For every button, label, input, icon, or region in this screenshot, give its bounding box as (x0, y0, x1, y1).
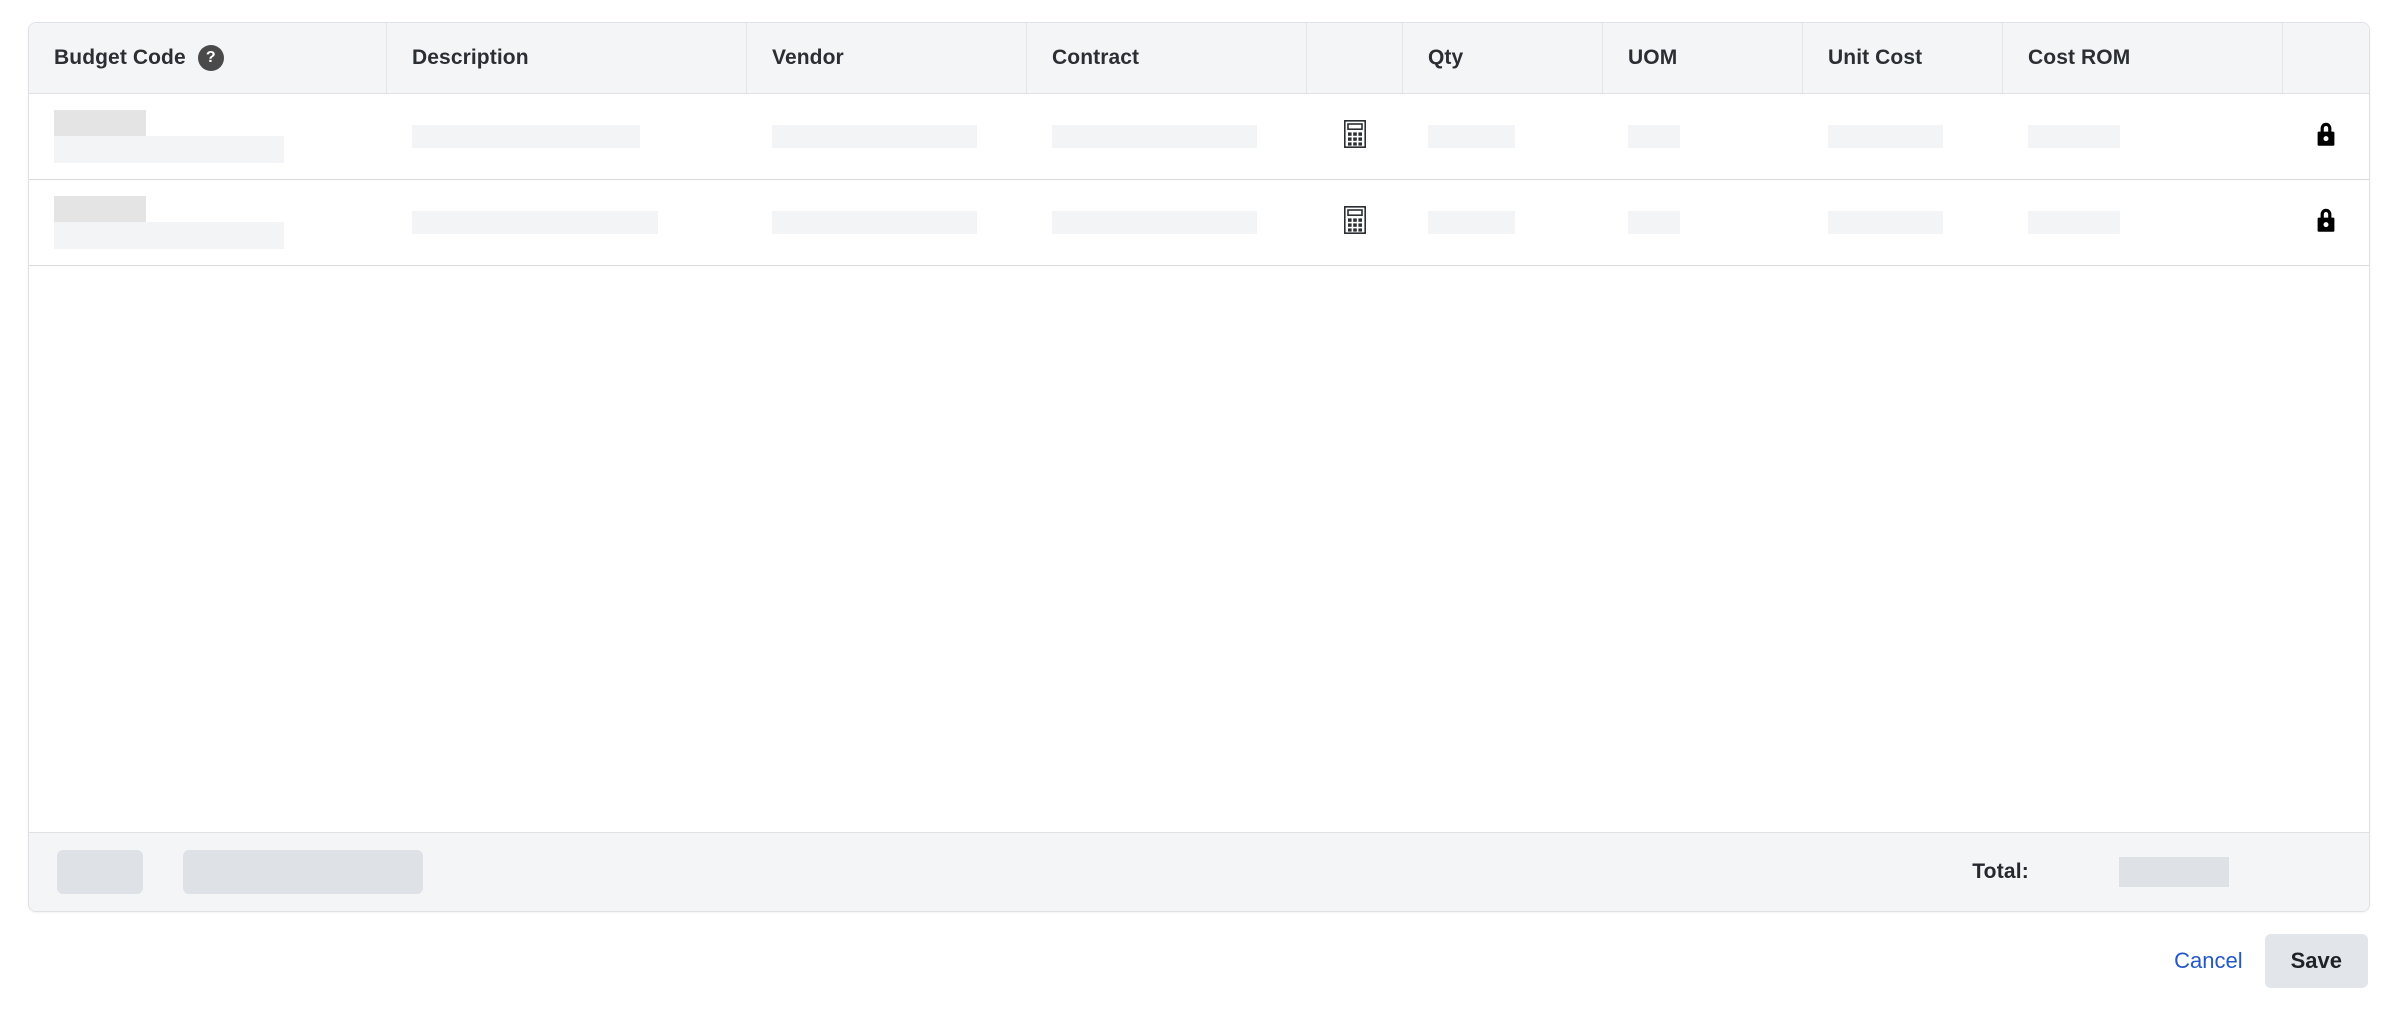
skeleton-bar (54, 196, 146, 222)
budget-code-skeleton (54, 196, 284, 249)
cell-uom[interactable] (1603, 94, 1803, 179)
save-button[interactable]: Save (2264, 934, 2368, 988)
skeleton-bar (1828, 211, 1943, 234)
column-header-qty-label: Qty (1428, 46, 1464, 69)
budget-code-skeleton (54, 110, 284, 163)
bulk-action-button-skeleton[interactable] (183, 850, 423, 894)
column-header-description-label: Description (412, 46, 529, 69)
column-header-budget-code-label: Budget Code (54, 46, 186, 69)
cell-lock[interactable] (2283, 180, 2369, 265)
cell-description[interactable] (387, 94, 747, 179)
lock-icon[interactable] (2314, 120, 2338, 153)
skeleton-bar (1628, 125, 1680, 148)
cell-budget-code[interactable] (29, 94, 387, 179)
table-body (29, 94, 2369, 832)
column-header-uom-label: UOM (1628, 46, 1678, 69)
cell-cost-rom[interactable] (2003, 180, 2283, 265)
column-header-lock (2283, 23, 2369, 93)
cell-uom[interactable] (1603, 180, 1803, 265)
cell-budget-code[interactable] (29, 180, 387, 265)
skeleton-bar (772, 125, 977, 148)
column-header-unit-cost[interactable]: Unit Cost (1803, 23, 2003, 93)
skeleton-bar (1052, 211, 1257, 234)
cell-cost-rom[interactable] (2003, 94, 2283, 179)
skeleton-bar (54, 136, 284, 163)
cell-vendor[interactable] (747, 94, 1027, 179)
total-value-skeleton (2119, 857, 2229, 887)
cell-lock[interactable] (2283, 94, 2369, 179)
column-header-description[interactable]: Description (387, 23, 747, 93)
column-header-unit-cost-label: Unit Cost (1828, 46, 1923, 69)
cell-contract[interactable] (1027, 94, 1307, 179)
skeleton-bar (412, 211, 658, 234)
column-header-vendor[interactable]: Vendor (747, 23, 1027, 93)
column-header-cost-rom[interactable]: Cost ROM (2003, 23, 2283, 93)
column-header-budget-code[interactable]: Budget Code ? (29, 23, 387, 93)
column-header-contract-label: Contract (1052, 46, 1140, 69)
line-items-table: Budget Code ? Description Vendor Contrac… (28, 22, 2370, 912)
column-header-vendor-label: Vendor (772, 46, 844, 69)
cell-contract[interactable] (1027, 180, 1307, 265)
lock-icon[interactable] (2314, 206, 2338, 239)
cell-unit-cost[interactable] (1803, 94, 2003, 179)
cell-calculator[interactable] (1307, 94, 1403, 179)
column-header-uom[interactable]: UOM (1603, 23, 1803, 93)
cell-description[interactable] (387, 180, 747, 265)
dialog-action-bar: Cancel Save (0, 920, 2400, 1002)
skeleton-bar (1428, 125, 1515, 148)
column-header-qty[interactable]: Qty (1403, 23, 1603, 93)
calculator-icon[interactable] (1343, 119, 1367, 153)
column-header-cost-rom-label: Cost ROM (2028, 46, 2131, 69)
skeleton-bar (1628, 211, 1680, 234)
table-footer: Total: (29, 832, 2369, 911)
skeleton-bar (1828, 125, 1943, 148)
table-header-row: Budget Code ? Description Vendor Contrac… (29, 23, 2369, 94)
column-header-calculator[interactable] (1307, 23, 1403, 93)
skeleton-bar (1428, 211, 1515, 234)
skeleton-bar (54, 110, 146, 136)
help-icon[interactable]: ? (197, 45, 224, 71)
budget-line-items-editor: Budget Code ? Description Vendor Contrac… (0, 0, 2400, 1010)
cell-unit-cost[interactable] (1803, 180, 2003, 265)
skeleton-bar (772, 211, 977, 234)
add-line-button-skeleton[interactable] (57, 850, 143, 894)
cell-qty[interactable] (1403, 94, 1603, 179)
cell-calculator[interactable] (1307, 180, 1403, 265)
skeleton-bar (2028, 211, 2120, 234)
cell-qty[interactable] (1403, 180, 1603, 265)
cancel-button[interactable]: Cancel (2166, 942, 2250, 980)
skeleton-bar (2028, 125, 2120, 148)
calculator-icon[interactable] (1343, 205, 1367, 239)
skeleton-bar (54, 222, 284, 249)
total-label: Total: (1972, 860, 2029, 883)
total-section: Total: (1972, 833, 2369, 911)
table-row[interactable] (29, 94, 2369, 180)
skeleton-bar (412, 125, 640, 148)
skeleton-bar (1052, 125, 1257, 148)
column-header-contract[interactable]: Contract (1027, 23, 1307, 93)
table-row[interactable] (29, 180, 2369, 266)
cell-vendor[interactable] (747, 180, 1027, 265)
